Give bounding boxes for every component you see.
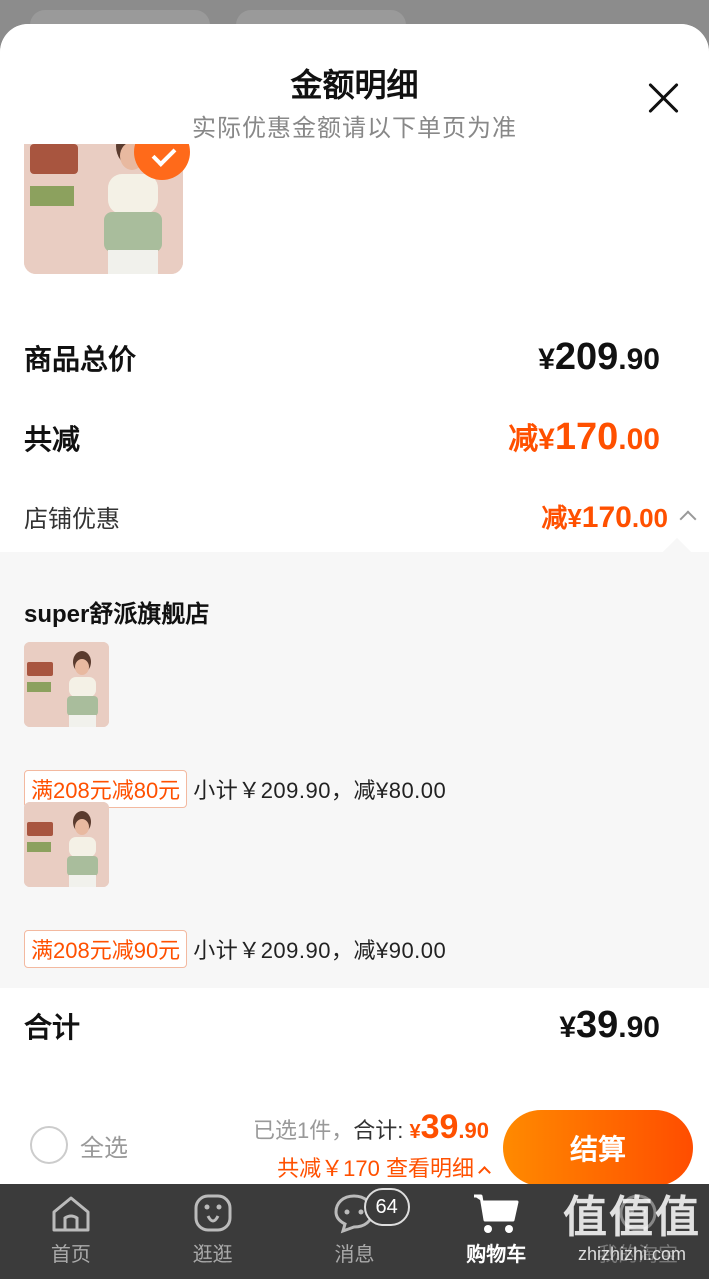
goods-total-label: 商品总价 (24, 344, 137, 375)
select-all-toggle[interactable]: 全选 (30, 1126, 128, 1164)
promo-tag: 满208元减90元 (24, 930, 188, 968)
tab-label: 首页 (50, 1244, 91, 1266)
product-image (24, 642, 109, 727)
price-decimal: .00 (631, 503, 668, 533)
currency-symbol: ¥ (559, 1011, 576, 1044)
total-label: 合计 (24, 1012, 81, 1043)
currency-symbol: ¥ (538, 343, 555, 376)
price-decimal: .90 (458, 1118, 489, 1143)
price-integer: 39 (576, 1004, 619, 1046)
product-image (24, 802, 109, 887)
goods-total-price: ¥209.90 (538, 336, 660, 379)
stroll-icon (194, 1194, 232, 1232)
store-discount-detail: super舒派旗舰店 满208元减80元 小计￥209.90，减¥80.00 满… (0, 537, 709, 988)
price-decimal: .00 (618, 423, 660, 456)
discount-link-text: 共减￥170 查看明细 (277, 1156, 474, 1181)
cart-icon (474, 1194, 519, 1233)
item-subtotal: 小计￥209.90，减¥80.00 (193, 778, 447, 803)
radio-icon[interactable] (30, 1126, 68, 1164)
selected-count: 已选1件， (252, 1118, 354, 1143)
tab-label: 逛逛 (192, 1244, 233, 1266)
total-discount-row: 共减 减¥170.00 (24, 414, 660, 459)
store-name: super舒派旗舰店 (24, 601, 210, 628)
item-thumbnail[interactable] (24, 642, 109, 727)
total-price: ¥39.90 (559, 1004, 660, 1047)
price-integer: 170 (554, 416, 619, 458)
store-discount-price: 减¥170.00 (541, 498, 697, 535)
total-discount-price: 减¥170.00 (508, 414, 660, 459)
tab-home[interactable]: 首页 (0, 1184, 142, 1279)
tab-stroll[interactable]: 逛逛 (142, 1184, 284, 1279)
item-thumbnail[interactable] (24, 802, 109, 887)
watermark-url: zhizhizhi.com (577, 1244, 687, 1264)
selected-summary: 已选1件，合计: ¥39.90 (253, 1108, 489, 1147)
store-discount-row[interactable]: 店铺优惠 减¥170.00 (24, 498, 697, 535)
chevron-up-icon[interactable] (679, 510, 697, 528)
price-decimal: .90 (618, 343, 660, 376)
checkout-summary: 已选1件，合计: ¥39.90 共减￥170 查看明细 (253, 1108, 491, 1183)
discount-prefix: 减¥ (508, 423, 555, 456)
sheet-title: 金额明细 (290, 67, 419, 103)
store-discount-label: 店铺优惠 (24, 506, 120, 533)
price-integer: 209 (554, 336, 619, 378)
promo-line: 满208元减90元 小计￥209.90，减¥90.00 (24, 930, 446, 968)
checkout-price: ¥39.90 (409, 1108, 489, 1146)
sheet-subtitle: 实际优惠金额请以下单页为准 (192, 115, 517, 142)
price-integer: 39 (420, 1108, 459, 1146)
price-decimal: .90 (618, 1011, 660, 1044)
item-subtotal: 小计￥209.90，减¥90.00 (193, 938, 447, 963)
total-row: 合计 ¥39.90 (24, 1004, 660, 1047)
message-count-badge: 64 (363, 1188, 410, 1226)
amount-detail-sheet: 金额明细 实际优惠金额请以下单页为准 商品总价 ¥209.90 共减 减¥170… (0, 24, 709, 1184)
price-integer: 170 (581, 501, 632, 534)
view-detail-link[interactable]: 共减￥170 查看明细 (253, 1151, 491, 1183)
sheet-header: 金额明细 实际优惠金额请以下单页为准 (0, 24, 709, 144)
goods-total-row: 商品总价 ¥209.90 (24, 336, 660, 379)
discount-prefix: 减¥ (541, 503, 582, 533)
tab-messages[interactable]: 消息 64 (284, 1184, 426, 1279)
watermark-logo: 值值值 (563, 1193, 701, 1242)
checkout-bar: 全选 已选1件，合计: ¥39.90 共减￥170 查看明细 结算 (0, 1088, 709, 1184)
home-icon (52, 1196, 90, 1232)
total-discount-label: 共减 (24, 424, 81, 455)
watermark: 值值值 zhizhizhi.com (563, 1192, 701, 1265)
panel-pointer (662, 537, 692, 567)
currency-symbol: ¥ (409, 1121, 421, 1143)
select-all-label: 全选 (80, 1134, 128, 1162)
chevron-up-icon (478, 1166, 491, 1179)
checkout-button[interactable]: 结算 (503, 1110, 693, 1184)
tab-cart[interactable]: 购物车 (425, 1184, 567, 1279)
sum-label: 合计: (353, 1118, 404, 1143)
close-icon[interactable] (645, 80, 681, 116)
tab-label: 消息 (334, 1244, 375, 1266)
tab-label: 购物车 (466, 1244, 527, 1266)
